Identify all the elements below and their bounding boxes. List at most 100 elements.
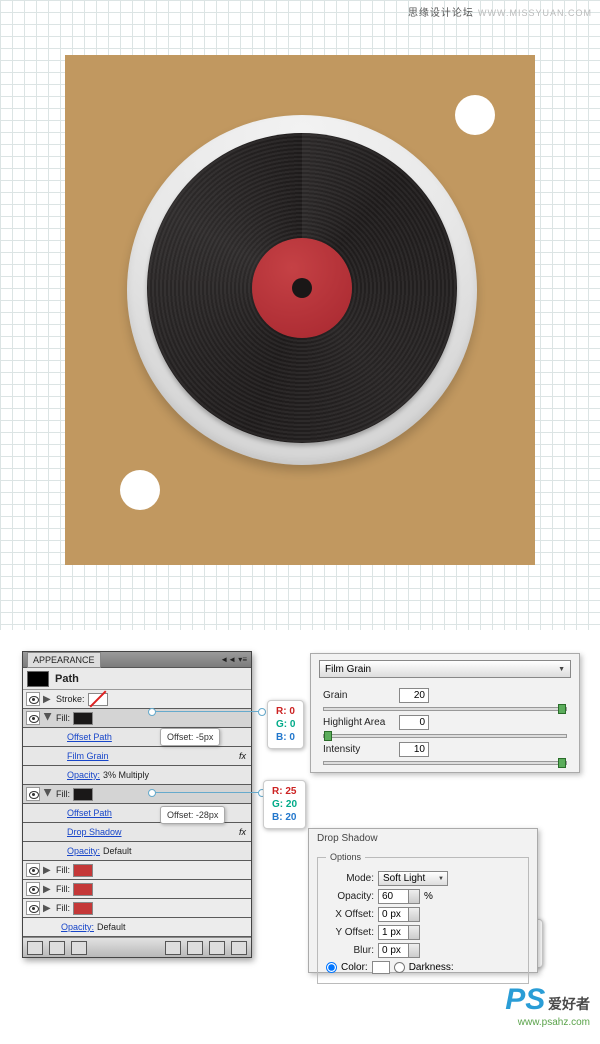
appearance-tab[interactable]: APPEARANCE	[27, 652, 101, 668]
film-grain-link[interactable]: Film Grain	[67, 751, 109, 761]
visibility-toggle[interactable]	[26, 787, 40, 801]
bottom-region: APPEARANCE ◄◄ ▾≡ Path ▶ Stroke: ▶ Fill: …	[0, 645, 600, 1044]
fill-button[interactable]	[71, 941, 87, 955]
intensity-slider[interactable]	[323, 761, 567, 765]
stroke-button[interactable]	[49, 941, 65, 955]
rgb-g: G: 0	[276, 718, 295, 731]
row-filmgrain[interactable]: Film Grain fx	[23, 747, 251, 766]
new-art-button[interactable]	[27, 941, 43, 955]
opacity-link[interactable]: Opacity:	[67, 846, 100, 856]
highlight-label: Highlight Area	[323, 717, 393, 728]
object-swatch[interactable]	[27, 671, 49, 687]
watermark-cn: 思缘设计论坛	[408, 8, 474, 19]
fill-swatch[interactable]	[73, 883, 93, 896]
row-opacity-2[interactable]: Opacity: Default	[23, 842, 251, 861]
row-fill-2[interactable]: ▶ Fill:	[23, 785, 251, 804]
pct-label: %	[424, 891, 433, 902]
xoffset-input[interactable]: 0 px	[378, 907, 420, 922]
opacity-label: Opacity:	[326, 891, 374, 902]
xoffset-label: X Offset:	[326, 909, 374, 920]
filter-select[interactable]: Film Grain	[319, 660, 571, 678]
panel-tabbar[interactable]: APPEARANCE ◄◄ ▾≡	[23, 652, 251, 668]
stroke-label: Stroke:	[56, 694, 85, 704]
opacity-link[interactable]: Opacity:	[67, 770, 100, 780]
highlight-row: Highlight Area 0	[323, 715, 567, 730]
mode-select[interactable]: Soft Light	[378, 871, 448, 886]
row-fill-1[interactable]: ▶ Fill:	[23, 709, 251, 728]
darkness-label: Darkness:	[409, 962, 454, 973]
yoffset-input[interactable]: 1 px	[378, 925, 420, 940]
intensity-row: Intensity 10	[323, 742, 567, 757]
fill-swatch[interactable]	[73, 902, 93, 915]
canvas-grid: 思缘设计论坛 WWW.MISSYUAN.COM	[0, 0, 600, 630]
record-tray	[127, 115, 477, 465]
row-fill-3[interactable]: ▶ Fill:	[23, 861, 251, 880]
offset-path-link[interactable]: Offset Path	[67, 808, 112, 818]
highlight-slider[interactable]	[323, 734, 567, 738]
blur-input[interactable]: 0 px	[378, 943, 420, 958]
fill-swatch[interactable]	[73, 864, 93, 877]
drop-shadow-dialog[interactable]: Drop Shadow Options Mode: Soft Light Opac…	[308, 828, 538, 973]
visibility-toggle[interactable]	[26, 882, 40, 896]
twirl-icon[interactable]: ▶	[43, 865, 53, 875]
highlight-input[interactable]: 0	[399, 715, 429, 730]
fx-icon[interactable]: fx	[239, 827, 246, 837]
drop-shadow-options: Options Mode: Soft Light Opacity: 60% X Of…	[317, 852, 529, 984]
visibility-toggle[interactable]	[26, 901, 40, 915]
film-grain-dialog[interactable]: Film Grain Grain 20 Highlight Area 0 Int…	[310, 653, 580, 773]
stroke-swatch[interactable]	[88, 693, 108, 706]
watermark-top: 思缘设计论坛 WWW.MISSYUAN.COM	[408, 4, 592, 19]
options-legend: Options	[326, 852, 365, 862]
row-stroke[interactable]: ▶ Stroke:	[23, 690, 251, 709]
grain-input[interactable]: 20	[399, 688, 429, 703]
twirl-down-icon[interactable]: ▶	[43, 789, 53, 799]
watermark-url: WWW.MISSYUAN.COM	[478, 8, 592, 18]
twirl-icon[interactable]: ▶	[43, 903, 53, 913]
duplicate-button[interactable]	[209, 941, 225, 955]
hole-top	[455, 95, 495, 135]
logo-url: www.psahz.com	[505, 1017, 590, 1028]
fx-icon[interactable]: fx	[239, 751, 246, 761]
rgb-b: B: 20	[272, 811, 297, 824]
appearance-panel[interactable]: APPEARANCE ◄◄ ▾≡ Path ▶ Stroke: ▶ Fill: …	[22, 651, 252, 958]
color-swatch[interactable]	[372, 961, 390, 974]
logo-ps: PS	[505, 983, 545, 1016]
fill-label: Fill:	[56, 865, 70, 875]
blur-label: Blur:	[326, 945, 374, 956]
row-dropshadow[interactable]: Drop Shadow fx	[23, 823, 251, 842]
delete-button[interactable]	[231, 941, 247, 955]
grain-row: Grain 20	[323, 688, 567, 703]
opacity-link[interactable]: Opacity:	[61, 922, 94, 932]
fill-swatch[interactable]	[73, 712, 93, 725]
opacity-value: 3% Multiply	[103, 770, 149, 780]
opacity-input[interactable]: 60	[378, 889, 420, 904]
panel-menu-icon[interactable]: ◄◄ ▾≡	[220, 655, 247, 664]
intensity-input[interactable]: 10	[399, 742, 429, 757]
drop-shadow-link[interactable]: Drop Shadow	[67, 827, 122, 837]
grain-slider[interactable]	[323, 707, 567, 711]
clear-button[interactable]	[187, 941, 203, 955]
visibility-toggle[interactable]	[26, 692, 40, 706]
object-type: Path	[55, 673, 79, 685]
fill-swatch[interactable]	[73, 788, 93, 801]
twirl-icon[interactable]: ▶	[43, 694, 53, 704]
color-radio[interactable]	[326, 962, 337, 973]
mode-label: Mode:	[326, 873, 374, 884]
fill-label: Fill:	[56, 884, 70, 894]
row-opacity-3[interactable]: Opacity: Default	[23, 918, 251, 937]
fx-button[interactable]	[165, 941, 181, 955]
rgb-g: G: 20	[272, 798, 297, 811]
rgb-r: R: 0	[276, 705, 295, 718]
twirl-icon[interactable]: ▶	[43, 884, 53, 894]
visibility-toggle[interactable]	[26, 711, 40, 725]
offset-path-link[interactable]: Offset Path	[67, 732, 112, 742]
visibility-toggle[interactable]	[26, 863, 40, 877]
hole-bottom	[120, 470, 160, 510]
row-fill-5[interactable]: ▶ Fill:	[23, 899, 251, 918]
drop-shadow-title: Drop Shadow	[309, 829, 537, 848]
callout-offset-2: Offset: -28px	[160, 806, 225, 824]
twirl-down-icon[interactable]: ▶	[43, 713, 53, 723]
row-opacity-1[interactable]: Opacity: 3% Multiply	[23, 766, 251, 785]
row-fill-4[interactable]: ▶ Fill:	[23, 880, 251, 899]
darkness-radio[interactable]	[394, 962, 405, 973]
